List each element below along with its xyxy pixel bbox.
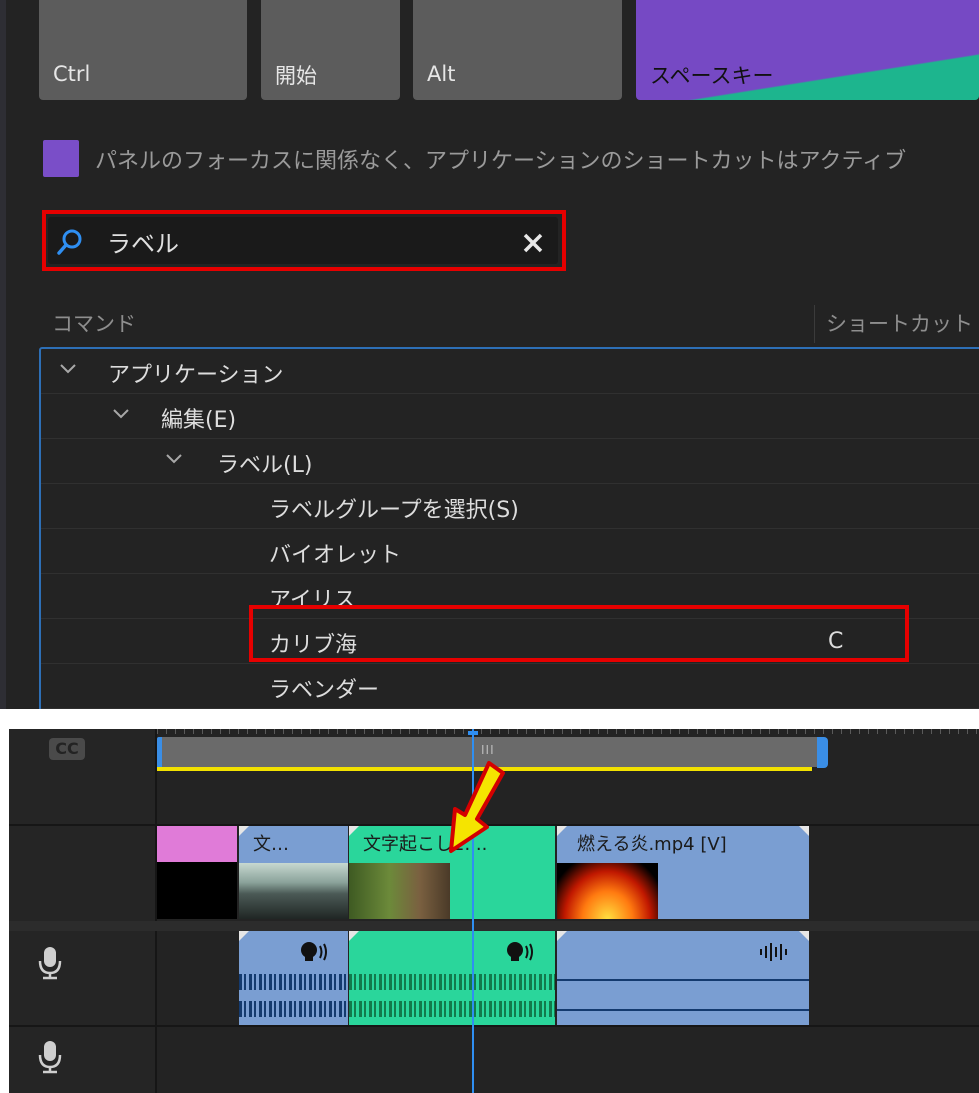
audio-waveform xyxy=(349,1001,555,1017)
key-label: Ctrl xyxy=(53,62,91,86)
key-alt[interactable]: Alt xyxy=(413,0,622,100)
fx-corner xyxy=(239,931,249,941)
fx-corner xyxy=(349,826,359,836)
audio-waveform xyxy=(239,974,348,990)
column-divider[interactable] xyxy=(814,305,815,343)
tree-row-label: ラベルグループを選択(S) xyxy=(269,498,519,523)
legend-text: パネルのフォーカスに関係なく、アプリケーションのショートカットはアクティブ xyxy=(95,149,907,174)
track-separator xyxy=(9,921,979,931)
audio-clip-2[interactable] xyxy=(349,931,555,1025)
tree-row-lavender[interactable]: ラベンダー xyxy=(41,664,979,709)
chevron-down-icon[interactable] xyxy=(59,363,77,375)
clip-thumbnail xyxy=(239,863,348,919)
tree-row-label: バイオレット xyxy=(269,543,402,568)
track-separator xyxy=(9,1025,979,1027)
tree-row-select-label-group[interactable]: ラベルグループを選択(S) xyxy=(41,484,979,529)
tree-row-application[interactable]: アプリケーション xyxy=(41,349,979,394)
video-clip-short[interactable]: 文… xyxy=(239,826,348,919)
tree-row-label: 編集(E) xyxy=(161,408,237,433)
tree-row-label: アプリケーション xyxy=(108,363,284,388)
clip-thumbnail xyxy=(557,863,658,919)
tree-row-violet[interactable]: バイオレット xyxy=(41,529,979,574)
key-space[interactable]: スペースキー xyxy=(636,0,979,100)
key-start[interactable]: 開始 xyxy=(261,0,400,100)
fx-corner xyxy=(349,931,359,941)
legend-swatch xyxy=(43,140,79,177)
clip-label: 燃える炎.mp4 [V] xyxy=(577,834,727,855)
timeline-panel: CC III 文… 文字起こし2.... 燃える炎.mp4 [V] xyxy=(9,729,979,1093)
search-highlight-box xyxy=(42,210,566,271)
audio-waveform xyxy=(557,979,809,981)
audio-waveform xyxy=(557,1009,809,1011)
clip-thumbnail xyxy=(349,863,450,919)
chevron-down-icon[interactable] xyxy=(165,453,183,465)
audio-waveform xyxy=(349,974,555,990)
audio-clip-3[interactable] xyxy=(557,931,809,1025)
clip-label: 文… xyxy=(253,834,289,855)
audio-waveform xyxy=(239,1001,348,1017)
captions-track-badge: CC xyxy=(49,738,85,760)
key-label: Alt xyxy=(427,62,456,86)
microphone-icon[interactable] xyxy=(38,946,62,980)
column-header-shortcut[interactable]: ショートカット xyxy=(826,308,973,338)
audio-clip-1[interactable] xyxy=(239,931,348,1025)
video-clip-pink[interactable] xyxy=(157,826,237,919)
column-header-command[interactable]: コマンド xyxy=(52,308,136,338)
shortcut-highlight-box xyxy=(249,605,909,662)
video-clip-fire[interactable]: 燃える炎.mp4 [V] xyxy=(557,826,809,919)
caption-right-handle[interactable] xyxy=(817,737,828,768)
track-headers xyxy=(9,729,157,1093)
clip-header xyxy=(157,826,237,862)
key-label: スペースキー xyxy=(650,64,774,88)
tree-row-edit[interactable]: 編集(E) xyxy=(41,394,979,439)
speech-icon xyxy=(301,942,327,961)
waveform-icon xyxy=(760,943,787,961)
caption-grip[interactable]: III xyxy=(481,743,495,757)
left-edge-strip xyxy=(0,0,6,709)
fx-corner xyxy=(799,931,809,941)
caption-left-handle[interactable] xyxy=(157,737,162,769)
tree-row-label-menu[interactable]: ラベル(L) xyxy=(41,439,979,484)
fx-corner xyxy=(239,826,249,836)
key-ctrl[interactable]: Ctrl xyxy=(39,0,247,100)
speech-icon xyxy=(507,942,533,961)
key-label: 開始 xyxy=(275,64,317,88)
annotation-arrow-icon xyxy=(449,761,505,853)
microphone-icon[interactable] xyxy=(38,1040,62,1074)
playhead-handle[interactable] xyxy=(468,731,478,735)
tree-row-label: ラベンダー xyxy=(269,678,380,703)
keyboard-shortcuts-panel: Ctrl 開始 Alt スペースキー パネルのフォーカスに関係なく、アプリケーシ… xyxy=(0,0,979,709)
time-ruler[interactable] xyxy=(157,729,979,734)
fx-corner xyxy=(557,826,567,836)
tree-row-label: ラベル(L) xyxy=(217,453,313,478)
fx-corner xyxy=(557,931,567,941)
fx-corner xyxy=(799,826,809,836)
chevron-down-icon[interactable] xyxy=(112,408,130,420)
